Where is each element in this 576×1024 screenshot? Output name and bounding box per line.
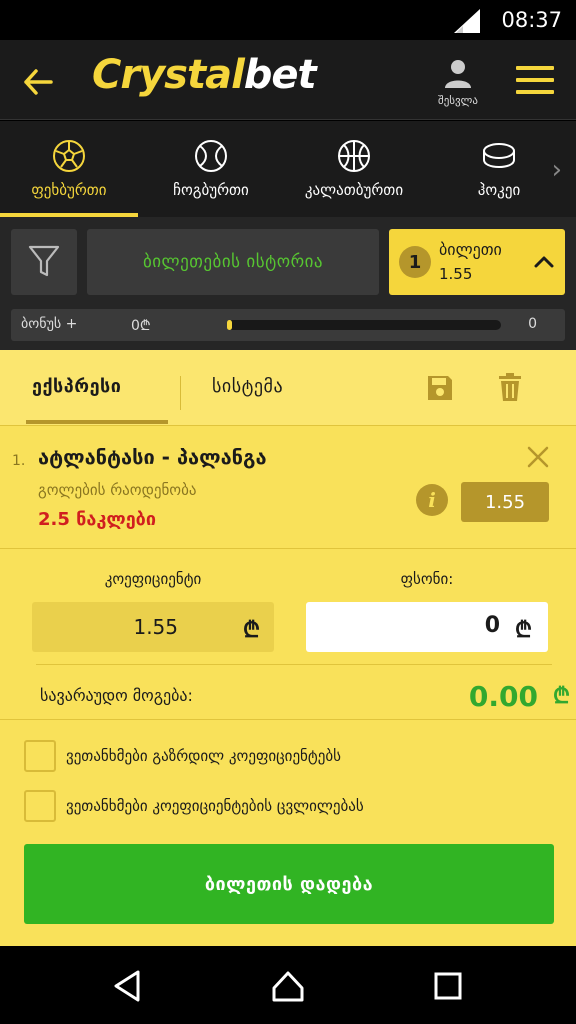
bonus-label: ბონუს + bbox=[21, 316, 78, 332]
funnel-icon bbox=[28, 245, 60, 277]
ticket-toggle-button[interactable]: 1 ბილეთი 1.55 bbox=[389, 229, 565, 295]
hockey-puck-icon bbox=[483, 143, 515, 169]
place-bet-button[interactable]: ბილეთის დადება bbox=[24, 844, 554, 924]
bet-match-title: ატლანტასი - პალანგა bbox=[38, 445, 267, 469]
stake-input[interactable] bbox=[380, 613, 500, 638]
bonus-count: 0 bbox=[528, 316, 537, 332]
ticket-count-badge: 1 bbox=[399, 246, 431, 278]
accept-odds-change-checkbox[interactable] bbox=[24, 790, 56, 822]
potential-win-value: 0.00 bbox=[468, 680, 538, 713]
back-button[interactable] bbox=[18, 62, 58, 102]
accept-odds-change-row[interactable]: ვეთანხმები კოეფიციენტების ცვლილებას bbox=[24, 790, 554, 824]
lari-icon: ₾ bbox=[515, 617, 532, 643]
tab-tennis[interactable]: ჩოგბურთი bbox=[148, 121, 274, 217]
slip-tabs: ექსპრესი სისტემა bbox=[0, 350, 576, 426]
bonus-bar: ბონუს + 0₾ 0 bbox=[11, 309, 565, 341]
sport-tabs: ფეხბურთი ჩოგბურთი კალათბურთი ჰოკეი › bbox=[0, 121, 576, 217]
tab-basketball[interactable]: კალათბურთი bbox=[284, 121, 424, 217]
user-icon bbox=[445, 60, 471, 88]
tab-hockey-label: ჰოკეი bbox=[477, 181, 521, 199]
stake-field[interactable]: ₾ bbox=[306, 602, 548, 652]
tab-football[interactable]: ფეხბურთი bbox=[0, 121, 138, 217]
close-icon[interactable] bbox=[526, 445, 550, 469]
logo-text-bet: bet bbox=[243, 52, 317, 98]
tab-hockey[interactable]: ჰოკეი bbox=[444, 121, 554, 217]
accept-increased-odds-label: ვეთანხმები გაზრდილ კოეფიციენტებს bbox=[66, 747, 341, 765]
save-icon[interactable] bbox=[426, 374, 454, 402]
nav-recents-icon[interactable] bbox=[430, 968, 466, 1004]
tab-football-label: ფეხბურთი bbox=[31, 181, 107, 199]
chevron-up-icon bbox=[534, 256, 554, 268]
bonus-progress bbox=[227, 320, 501, 330]
potential-win-label: სავარაუდო მოგება: bbox=[40, 686, 193, 705]
nav-home-icon[interactable] bbox=[270, 968, 306, 1004]
slip-toolbar: ბილეთების ისტორია 1 ბილეთი 1.55 ბონუს + … bbox=[0, 217, 576, 350]
signal-icon bbox=[454, 9, 480, 33]
chevron-right-icon[interactable]: › bbox=[552, 155, 562, 185]
logo-text-crystal: Crystal bbox=[92, 52, 245, 98]
bet-outcome: 2.5 ნაკლები bbox=[38, 509, 156, 530]
accept-increased-odds-row[interactable]: ვეთანხმები გაზრდილ კოეფიციენტებს bbox=[24, 740, 554, 774]
tennis-ball-icon bbox=[195, 140, 227, 172]
system-nav-bar bbox=[0, 946, 576, 1024]
tab-express[interactable]: ექსპრესი bbox=[32, 376, 121, 397]
coefficient-value: 1.55 bbox=[133, 615, 178, 639]
bet-market: გოლების რაოდენობა bbox=[38, 481, 197, 499]
tab-tennis-label: ჩოგბურთი bbox=[173, 181, 249, 199]
tab-divider bbox=[180, 376, 181, 410]
bet-number: 1. bbox=[12, 453, 26, 469]
stake-area: კოეფიციენტი ფსონი: 1.55 ₾ ₾ სავარაუდო მო… bbox=[0, 550, 576, 720]
app-header: Crystalbet შესვლა bbox=[0, 40, 576, 120]
stake-label: ფსონი: bbox=[400, 570, 454, 588]
logo: Crystalbet bbox=[92, 52, 317, 98]
filter-button[interactable] bbox=[11, 229, 77, 295]
login-label: შესვლა bbox=[438, 94, 478, 107]
accept-odds-change-label: ვეთანხმები კოეფიციენტების ცვლილებას bbox=[66, 797, 364, 815]
arrow-left-icon bbox=[24, 69, 53, 95]
divider bbox=[36, 664, 552, 665]
status-bar: 08:37 bbox=[0, 0, 576, 40]
tab-system[interactable]: სისტემა bbox=[212, 376, 283, 397]
coefficient-display: 1.55 ₾ bbox=[32, 602, 274, 652]
bet-odds-badge: 1.55 bbox=[461, 482, 549, 522]
bet-selection-item: 1. ატლანტასი - პალანგა გოლების რაოდენობა… bbox=[0, 427, 576, 549]
menu-icon-line bbox=[516, 90, 554, 94]
menu-icon-line bbox=[516, 66, 554, 70]
bonus-progress-fill bbox=[227, 320, 233, 330]
coefficient-label: კოეფიციენტი bbox=[104, 570, 202, 588]
trash-icon[interactable] bbox=[498, 372, 522, 402]
lari-icon: ₾ bbox=[243, 617, 260, 643]
status-time: 08:37 bbox=[501, 8, 562, 32]
ticket-history-button[interactable]: ბილეთების ისტორია bbox=[87, 229, 379, 295]
menu-icon-line bbox=[516, 78, 554, 82]
menu-button[interactable] bbox=[516, 66, 554, 100]
soccer-ball-icon bbox=[53, 140, 85, 172]
bet-slip: ექსპრესი სისტემა 1. ატლანტასი - პალანგა … bbox=[0, 350, 576, 946]
ticket-odds: 1.55 bbox=[439, 265, 473, 283]
active-tab-indicator bbox=[26, 420, 168, 424]
basketball-icon bbox=[338, 140, 370, 172]
ticket-title: ბილეთი bbox=[439, 240, 502, 259]
lari-icon: ₾ bbox=[553, 683, 570, 709]
accept-increased-odds-checkbox[interactable] bbox=[24, 740, 56, 772]
login-button[interactable]: შესვლა bbox=[428, 58, 488, 114]
nav-back-icon[interactable] bbox=[110, 968, 146, 1004]
tab-basketball-label: კალათბურთი bbox=[304, 181, 404, 199]
bonus-amount: 0₾ bbox=[131, 318, 151, 334]
info-icon[interactable]: i bbox=[416, 484, 448, 516]
